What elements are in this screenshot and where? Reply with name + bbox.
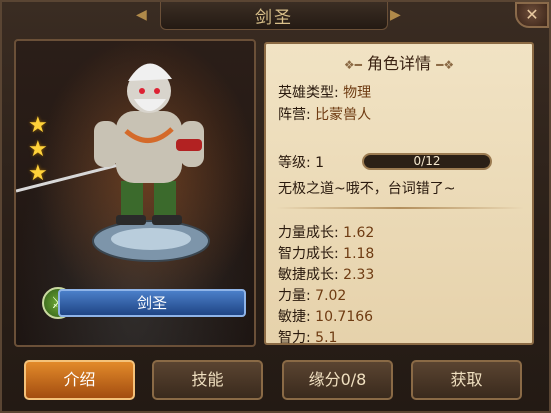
stat-row: 敏捷: 10.7166: [278, 306, 373, 326]
close-icon: ✕: [525, 5, 539, 24]
hero-portrait-panel: ★ ★ ★ 剑圣: [14, 39, 256, 347]
stat-value: 5.1: [315, 330, 338, 346]
level-value: 1: [315, 155, 325, 171]
stat-value: 7.02: [315, 288, 347, 304]
stat-value: 1.62: [343, 225, 375, 241]
stat-label: 智力成长:: [278, 246, 339, 262]
details-header: ❖━ 角色详情 ━❖: [266, 50, 532, 74]
faction-label: 阵营:: [278, 107, 311, 123]
level-label: 等级:: [278, 155, 311, 171]
tab-intro[interactable]: 介绍: [24, 360, 135, 400]
hero-type-row: 英雄类型: 物理: [278, 82, 371, 102]
hero-model: [16, 63, 210, 262]
exp-progress-text: 0/12: [413, 154, 441, 168]
stat-row: 智力: 5.1: [278, 327, 337, 347]
header-ornament-icon: ━❖: [436, 58, 455, 72]
tab-fate[interactable]: 缘分0/8: [282, 360, 393, 400]
stat-row: 力量: 7.02: [278, 285, 346, 305]
tab-obtain[interactable]: 获取: [411, 360, 522, 400]
hero-name-bar: 剑圣: [58, 289, 246, 317]
faction-row: 阵营: 比蒙兽人: [278, 104, 371, 124]
stat-label: 敏捷成长:: [278, 267, 339, 283]
faction-value: 比蒙兽人: [315, 107, 372, 123]
stat-value: 10.7166: [315, 309, 374, 325]
stat-label: 力量成长:: [278, 225, 339, 241]
tab-skills[interactable]: 技能: [152, 360, 263, 400]
stat-row: 敏捷成长: 2.33: [278, 264, 374, 284]
hero-type-value: 物理: [343, 85, 372, 101]
details-title: 角色详情: [366, 54, 431, 73]
close-button[interactable]: ✕: [515, 2, 549, 28]
title-left-ornament-icon: ◀: [136, 7, 147, 23]
stat-value: 1.18: [343, 246, 375, 262]
stat-row: 力量成长: 1.62: [278, 222, 374, 242]
hero-detail-window: ◀ 剑圣 ▶ ✕ ★ ★ ★ 剑圣 ❖━ 角色详情 ━❖ 英雄类型: 物理 阵营…: [0, 0, 551, 413]
title-right-ornament-icon: ▶: [390, 7, 401, 23]
stat-label: 智力:: [278, 330, 311, 346]
exp-progress-bar: 0/12: [362, 153, 492, 170]
stat-value: 2.33: [343, 267, 375, 283]
hero-quote: 无极之道~哦不，台词错了~: [278, 181, 456, 197]
stat-row: 智力成长: 1.18: [278, 243, 374, 263]
stat-label: 敏捷:: [278, 309, 311, 325]
hero-type-label: 英雄类型:: [278, 85, 339, 101]
hero-details-panel: ❖━ 角色详情 ━❖ 英雄类型: 物理 阵营: 比蒙兽人 等级: 1 0/12 …: [264, 42, 534, 347]
window-title: 剑圣: [160, 2, 388, 30]
stat-label: 力量:: [278, 288, 311, 304]
divider: [276, 207, 524, 209]
header-ornament-icon: ❖━: [343, 58, 362, 72]
level-row: 等级: 1: [278, 152, 324, 172]
